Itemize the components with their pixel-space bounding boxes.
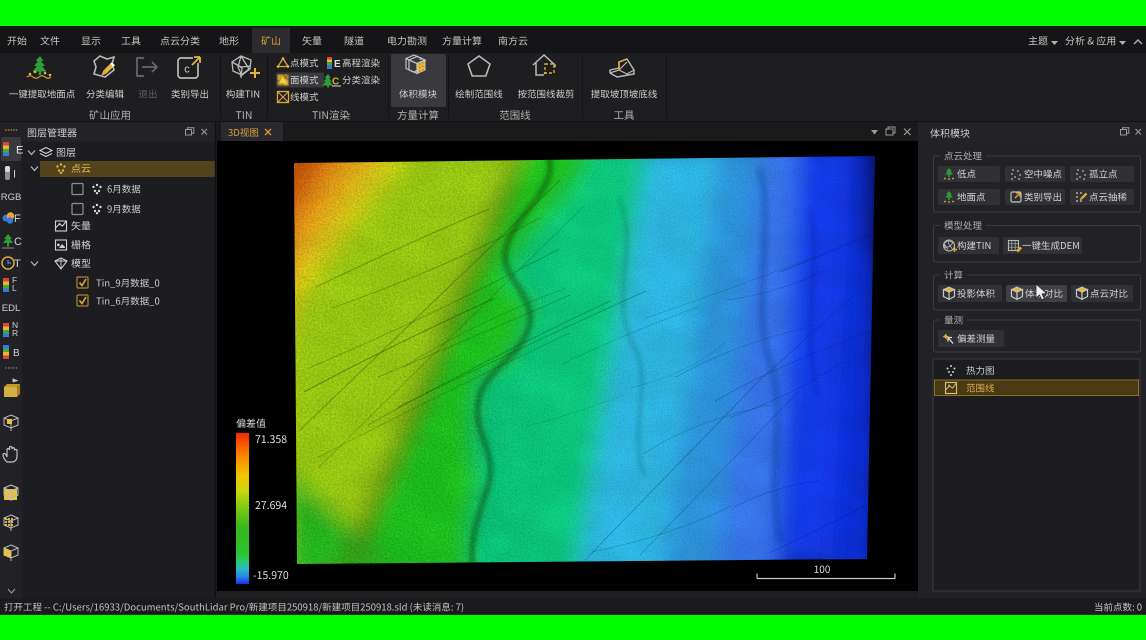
svg-text:B: B (13, 348, 20, 359)
svg-text:T: T (14, 258, 21, 270)
svg-text:RGB: RGB (1, 192, 22, 203)
svg-text:R: R (12, 328, 18, 338)
svg-text:L: L (12, 283, 17, 293)
svg-text:I: I (13, 169, 16, 181)
svg-text:EDL: EDL (2, 303, 20, 314)
svg-text:F: F (14, 213, 21, 225)
svg-text:C: C (14, 236, 22, 248)
svg-text:c: c (184, 64, 190, 76)
svg-text:E: E (16, 145, 23, 157)
svg-text:E: E (334, 59, 341, 70)
